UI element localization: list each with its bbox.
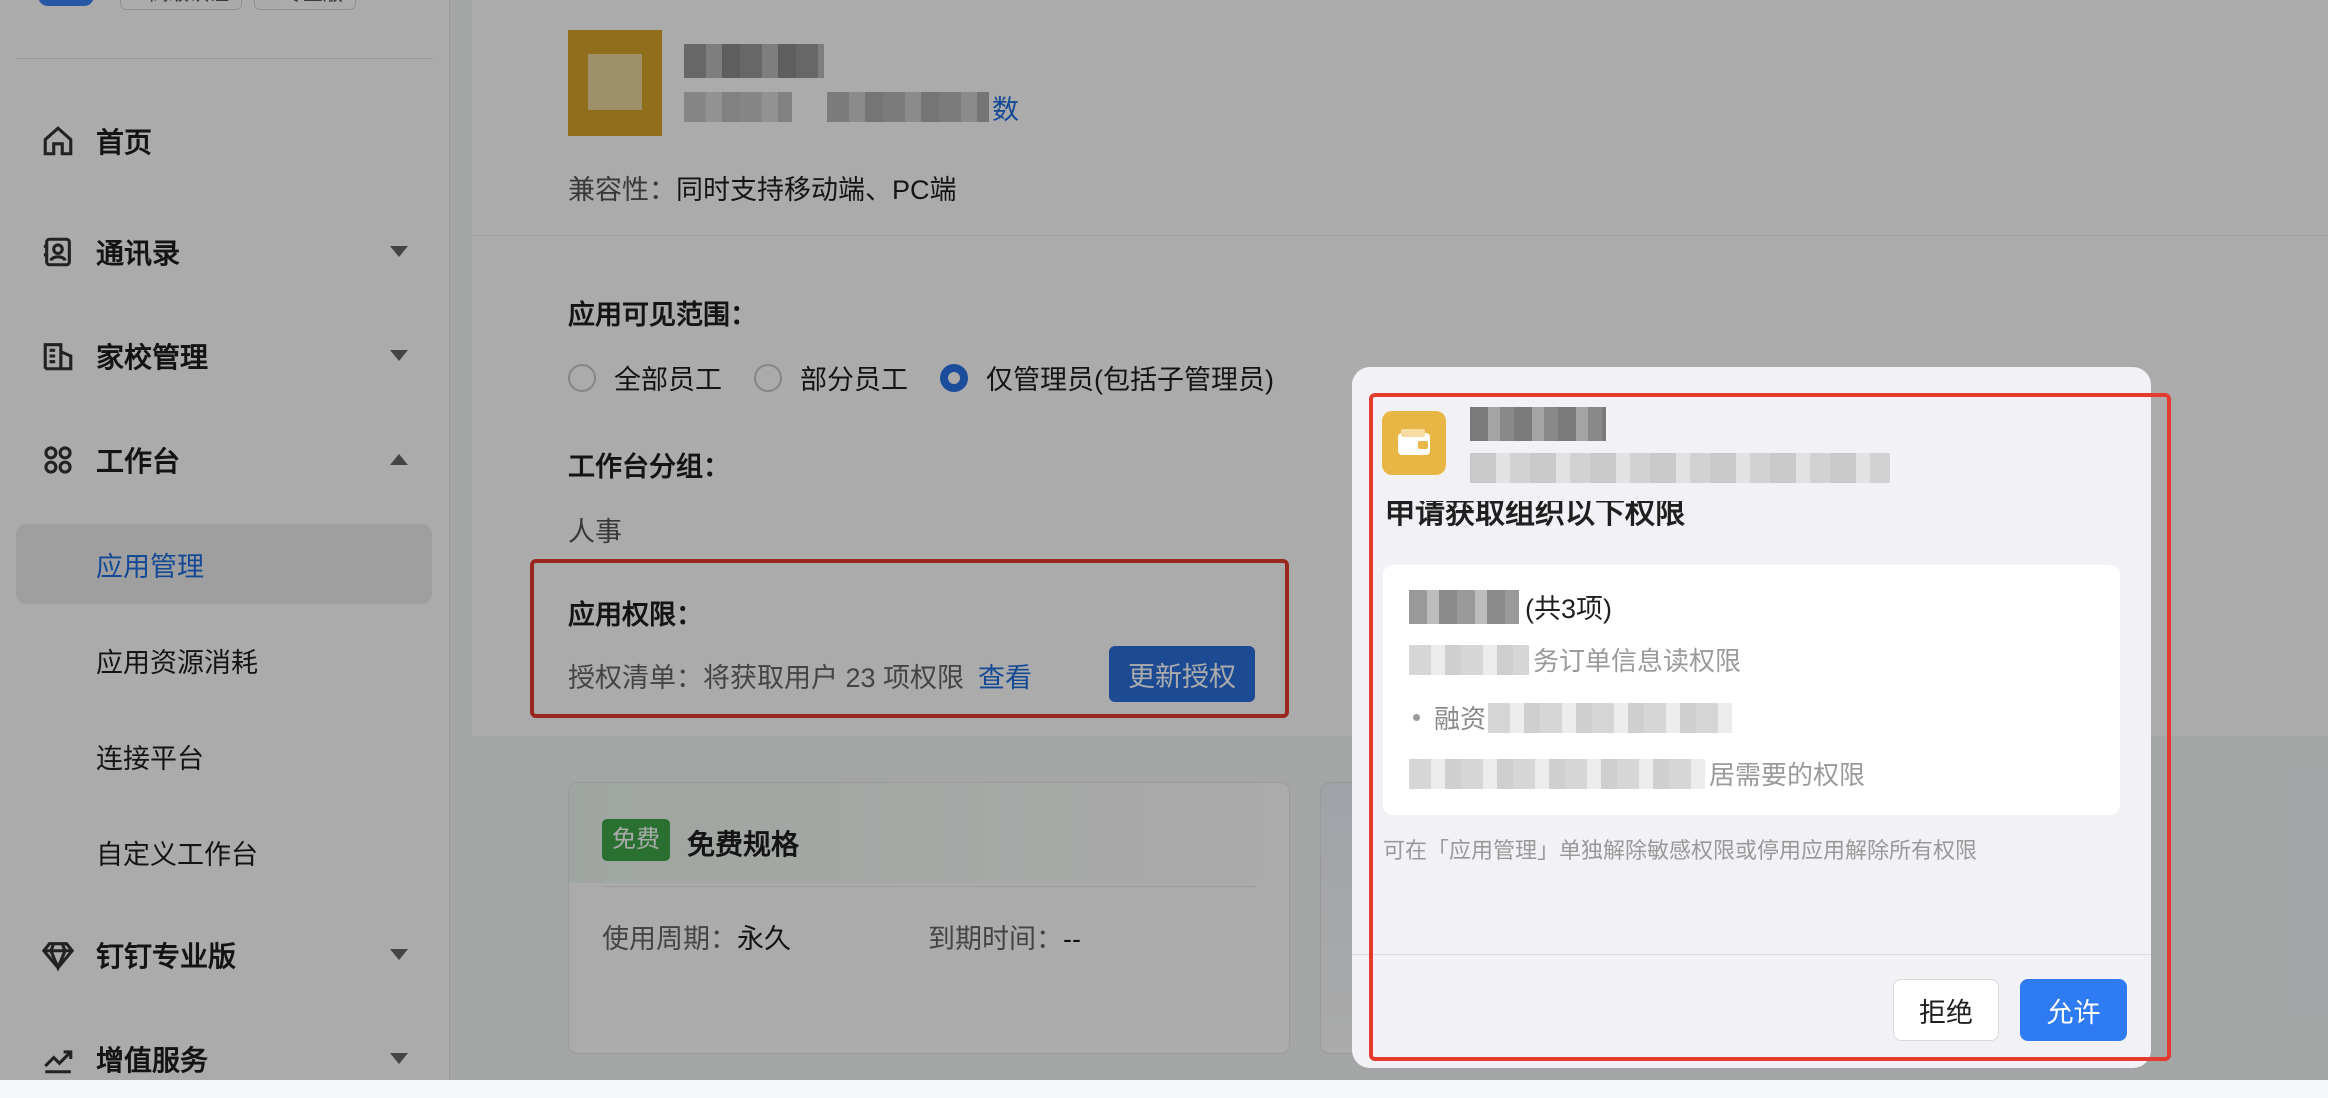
dialog-highlight-box (1369, 393, 2171, 1061)
